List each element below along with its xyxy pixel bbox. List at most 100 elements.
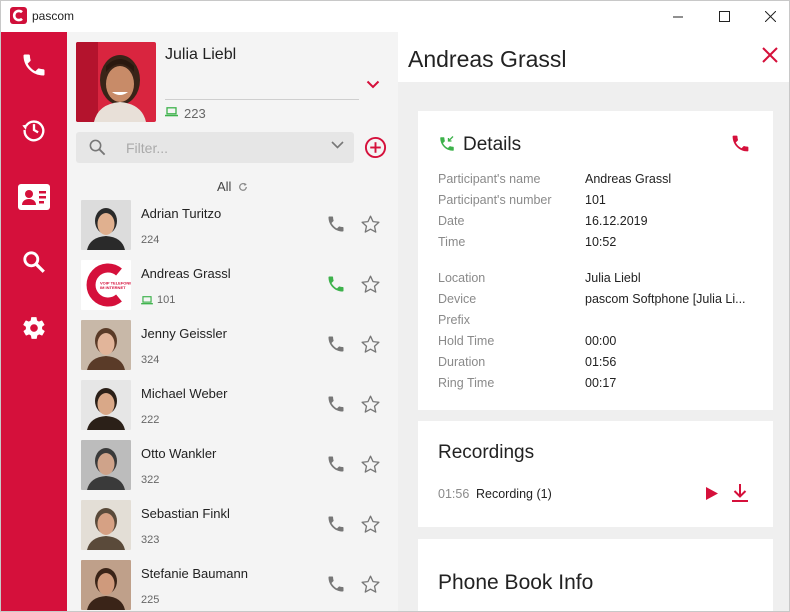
download-icon <box>732 484 748 502</box>
contact-avatar <box>81 440 131 490</box>
contact-row[interactable]: Michael Weber 222 <box>67 380 398 440</box>
maximize-icon <box>718 11 730 22</box>
close-detail-button[interactable] <box>762 47 778 68</box>
call-contact-button[interactable] <box>326 394 346 419</box>
close-window-button[interactable] <box>747 1 789 32</box>
favorite-button[interactable] <box>360 574 381 600</box>
play-icon <box>706 487 718 500</box>
contact-row[interactable]: Jenny Geissler 324 <box>67 320 398 380</box>
history-icon <box>22 120 45 142</box>
recordings-card: Recordings 01:56 Recording (1) <box>418 421 773 527</box>
contact-name: Jenny Geissler <box>141 326 227 341</box>
close-icon <box>764 11 776 22</box>
chevron-down-icon[interactable] <box>331 141 344 149</box>
detail-label: Participant's number <box>438 193 552 207</box>
profile-extension: 223 <box>184 106 206 121</box>
filter-box <box>76 132 354 163</box>
divider <box>165 99 359 100</box>
detail-header: Andreas Grassl <box>398 32 789 82</box>
phone-icon <box>328 216 344 232</box>
call-contact-button[interactable] <box>326 334 346 359</box>
add-contact-button[interactable] <box>364 136 387 164</box>
detail-value: pascom Softphone [Julia Li... <box>585 292 746 306</box>
detail-value: Julia Liebl <box>585 271 641 285</box>
contact-extension: 222 <box>141 414 160 426</box>
contact-row[interactable]: Otto Wankler 322 <box>67 440 398 500</box>
phone-icon <box>328 456 344 472</box>
contact-row[interactable]: VOIP TELEFONIE IM INTERNET Andreas Grassl… <box>67 260 398 320</box>
contact-row[interactable]: Sebastian Finkl 323 <box>67 500 398 560</box>
search-icon <box>89 139 106 156</box>
phonebook-title: Phone Book Info <box>438 571 594 594</box>
phone-icon <box>23 54 45 76</box>
contact-row[interactable]: Stefanie Baumann 225 <box>67 560 398 611</box>
contact-avatar <box>81 380 131 430</box>
nav-rail <box>1 32 67 611</box>
star-icon <box>361 575 380 593</box>
favorite-button[interactable] <box>360 514 381 540</box>
call-detail-panel: Andreas Grassl Details Participant's nam… <box>398 32 789 611</box>
filter-input[interactable] <box>126 138 316 158</box>
contact-name: Michael Weber <box>141 386 228 401</box>
download-recording-button[interactable] <box>731 483 749 508</box>
recording-name: Recording (1) <box>476 487 552 501</box>
phonebook-card: Phone Book Info <box>418 539 773 611</box>
favorite-button[interactable] <box>360 274 381 300</box>
call-contact-button[interactable] <box>326 274 346 299</box>
nav-history[interactable] <box>1 104 67 156</box>
detail-label: Hold Time <box>438 334 495 348</box>
detail-value: Andreas Grassl <box>585 172 672 186</box>
contact-avatar: VOIP TELEFONIE IM INTERNET <box>81 260 131 310</box>
pascom-logo-icon <box>10 7 27 24</box>
play-recording-button[interactable] <box>705 486 719 506</box>
contact-avatar <box>81 560 131 610</box>
call-contact-button[interactable] <box>326 574 346 599</box>
search-icon <box>23 251 45 273</box>
nav-settings[interactable] <box>1 302 67 354</box>
chevron-down-icon <box>366 80 380 89</box>
call-contact-button[interactable] <box>326 454 346 479</box>
detail-label: Time <box>438 235 466 249</box>
favorite-button[interactable] <box>360 214 381 240</box>
nav-phone[interactable] <box>1 39 67 91</box>
profile-name: Julia Liebl <box>165 46 237 63</box>
call-back-button[interactable] <box>730 133 751 159</box>
profile-avatar[interactable] <box>76 42 156 122</box>
call-contact-button[interactable] <box>326 214 346 239</box>
contact-avatar <box>81 500 131 550</box>
profile-menu-button[interactable] <box>366 76 380 94</box>
nav-contacts[interactable] <box>1 171 67 223</box>
detail-title: Andreas Grassl <box>408 46 567 72</box>
detail-label: Date <box>438 214 465 228</box>
detail-label: Device <box>438 292 477 306</box>
minimize-button[interactable] <box>655 1 701 32</box>
contact-card-icon <box>18 184 50 210</box>
details-title: Details <box>463 134 522 155</box>
minimize-icon <box>672 16 683 18</box>
favorite-button[interactable] <box>360 334 381 360</box>
detail-value: 00:00 <box>585 334 617 348</box>
app-title: pascom <box>32 9 75 23</box>
star-icon <box>361 395 380 413</box>
call-contact-button[interactable] <box>326 514 346 539</box>
maximize-button[interactable] <box>701 1 747 32</box>
star-icon <box>361 455 380 473</box>
phone-icon <box>732 135 749 152</box>
detail-value: 16.12.2019 <box>585 214 648 228</box>
laptop-icon <box>165 107 178 117</box>
detail-label: Prefix <box>438 313 470 327</box>
star-icon <box>361 515 380 533</box>
nav-search[interactable] <box>1 236 67 288</box>
contact-row[interactable]: Adrian Turitzo 224 <box>67 200 398 260</box>
detail-label: Duration <box>438 355 486 369</box>
contact-extension: 323 <box>141 534 160 546</box>
star-icon <box>361 215 380 233</box>
favorite-button[interactable] <box>360 394 381 420</box>
contact-extension: 101 <box>157 294 176 306</box>
star-icon <box>361 275 380 293</box>
phone-icon <box>328 276 344 292</box>
list-header[interactable]: All <box>67 179 398 194</box>
detail-value: 101 <box>585 193 606 207</box>
phone-icon <box>328 516 344 532</box>
favorite-button[interactable] <box>360 454 381 480</box>
